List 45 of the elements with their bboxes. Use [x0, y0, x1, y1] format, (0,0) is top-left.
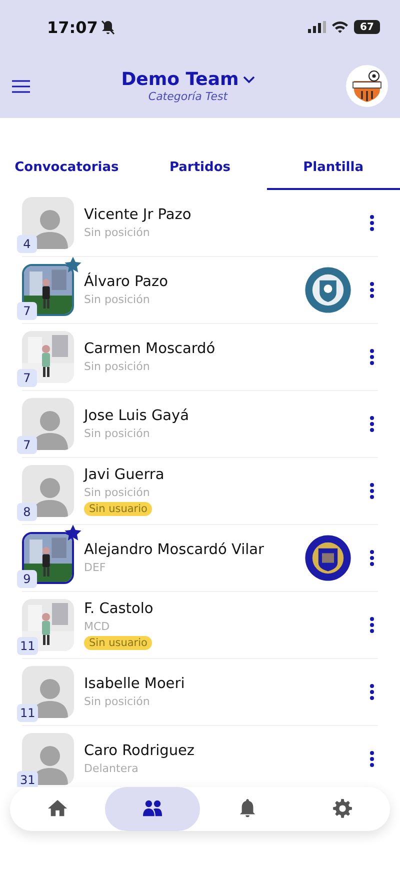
- player-name: Alejandro Moscardó Vilar: [84, 542, 265, 558]
- status-time: 17:07: [47, 18, 98, 36]
- signal-icon: [308, 21, 326, 33]
- player-position: MCD: [84, 620, 111, 632]
- player-position: Sin posición: [84, 486, 151, 498]
- status-tag: Sin usuario: [84, 636, 152, 650]
- wifi-icon: [332, 21, 348, 33]
- tab[interactable]: Plantilla: [266, 146, 400, 190]
- tab[interactable]: Convocatorias: [0, 146, 134, 190]
- jersey-number: 11: [17, 704, 38, 722]
- jersey-number: 9: [17, 570, 37, 588]
- jersey-number: 8: [17, 503, 37, 521]
- tab[interactable]: Partidos: [133, 146, 267, 190]
- player-name: Jose Luis Gayá: [84, 408, 190, 424]
- player-position: Sin posición: [84, 293, 151, 306]
- player-name: Isabelle Moeri: [84, 676, 186, 692]
- home-icon: [46, 799, 68, 819]
- settings-icon: [332, 799, 354, 819]
- status-tag: Sin usuario: [84, 502, 152, 516]
- jersey-number: 7: [17, 369, 37, 387]
- player-position: Sin posición: [84, 226, 151, 239]
- jersey-number: 31: [17, 771, 38, 787]
- battery-icon: 67: [354, 20, 380, 34]
- player-name: Carmen Moscardó: [84, 341, 216, 357]
- team-selector[interactable]: Demo Team: [121, 69, 255, 90]
- player-position: Sin posición: [84, 695, 151, 708]
- player-position: Delantera: [84, 762, 140, 775]
- player-name: Caro Rodriguez: [84, 743, 196, 759]
- player-name: Vicente Jr Pazo: [84, 207, 192, 223]
- people-icon: [142, 799, 164, 819]
- player-name: Álvaro Pazo: [84, 274, 169, 290]
- player-position: Sin posición: [84, 427, 151, 440]
- player-position: DEF: [84, 561, 107, 574]
- jersey-number: 7: [17, 302, 37, 320]
- team-tab[interactable]: [105, 787, 200, 831]
- player-name: Javi Guerra: [84, 466, 166, 482]
- chevron-down-icon: [242, 76, 255, 84]
- team-logo-icon: [350, 69, 384, 103]
- menu-icon[interactable]: [12, 80, 30, 92]
- category-label: Categoría Test: [148, 90, 228, 103]
- jersey-number: 4: [17, 235, 37, 253]
- jersey-number: 7: [17, 436, 37, 454]
- jersey-number: 11: [17, 637, 38, 655]
- player-name: F. Castolo: [84, 600, 154, 616]
- player-position: Sin posición: [84, 360, 151, 373]
